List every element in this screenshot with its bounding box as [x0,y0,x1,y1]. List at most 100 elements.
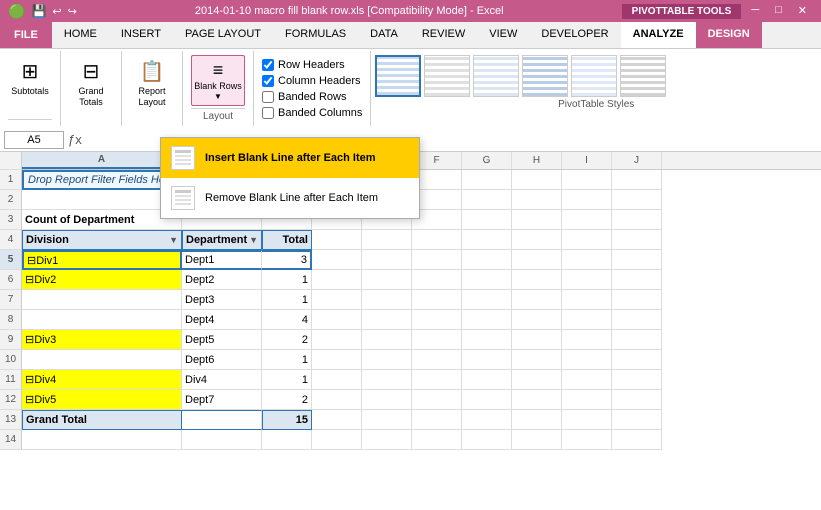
cell-A13[interactable]: Grand Total [22,410,182,430]
cell-H14[interactable] [512,430,562,450]
cell-F14[interactable] [412,430,462,450]
cell-B10[interactable]: Dept6 [182,350,262,370]
cell-H13[interactable] [512,410,562,430]
cell-G11[interactable] [462,370,512,390]
cell-I13[interactable] [562,410,612,430]
analyze-tab[interactable]: ANALYZE [621,22,696,48]
cell-J7[interactable] [612,290,662,310]
cell-H2[interactable] [512,190,562,210]
cell-A12[interactable]: ⊟Div5 [22,390,182,410]
banded-rows-checkbox-row[interactable]: Banded Rows [262,91,362,103]
cell-E13[interactable] [362,410,412,430]
cell-D4[interactable] [312,230,362,250]
cell-G9[interactable] [462,330,512,350]
cell-H1[interactable] [512,170,562,190]
cell-F11[interactable] [412,370,462,390]
cell-J13[interactable] [612,410,662,430]
cell-C6[interactable]: 1 [262,270,312,290]
cell-J1[interactable] [612,170,662,190]
cell-I3[interactable] [562,210,612,230]
maximize-btn[interactable]: □ [769,4,788,19]
cell-A2[interactable] [22,190,182,210]
style-box-5[interactable] [571,55,617,97]
cell-J5[interactable] [612,250,662,270]
home-tab[interactable]: HOME [52,22,109,48]
cell-A10[interactable] [22,350,182,370]
cell-B14[interactable] [182,430,262,450]
cell-A8[interactable] [22,310,182,330]
cell-J14[interactable] [612,430,662,450]
cell-B7[interactable]: Dept3 [182,290,262,310]
cell-D7[interactable] [312,290,362,310]
cell-I10[interactable] [562,350,612,370]
design-tab[interactable]: DESIGN [696,22,762,48]
redo-icon[interactable]: ↪ [68,5,77,18]
cell-E8[interactable] [362,310,412,330]
banded-columns-checkbox-row[interactable]: Banded Columns [262,107,362,119]
close-btn[interactable]: ✕ [792,4,813,19]
cell-C8[interactable]: 4 [262,310,312,330]
cell-G5[interactable] [462,250,512,270]
cell-E12[interactable] [362,390,412,410]
cell-I12[interactable] [562,390,612,410]
cell-F6[interactable] [412,270,462,290]
cell-E5[interactable] [362,250,412,270]
insert-tab[interactable]: INSERT [109,22,173,48]
cell-H8[interactable] [512,310,562,330]
cell-G10[interactable] [462,350,512,370]
cell-A4[interactable]: Division ▼ [22,230,182,250]
cell-H4[interactable] [512,230,562,250]
cell-F12[interactable] [412,390,462,410]
report-layout-button[interactable]: 📋 Report Layout [130,55,174,113]
cell-J12[interactable] [612,390,662,410]
style-box-2[interactable] [424,55,470,97]
cell-D9[interactable] [312,330,362,350]
cell-G12[interactable] [462,390,512,410]
cell-C10[interactable]: 1 [262,350,312,370]
style-box-3[interactable] [473,55,519,97]
cell-B8[interactable]: Dept4 [182,310,262,330]
cell-J9[interactable] [612,330,662,350]
minimize-btn[interactable]: ─ [745,4,765,19]
cell-A14[interactable] [22,430,182,450]
cell-C7[interactable]: 1 [262,290,312,310]
cell-I8[interactable] [562,310,612,330]
cell-F8[interactable] [412,310,462,330]
cell-B4[interactable]: Department ▼ [182,230,262,250]
cell-A5[interactable]: ⊟Div1 [22,250,182,270]
cell-H7[interactable] [512,290,562,310]
cell-D6[interactable] [312,270,362,290]
cell-G6[interactable] [462,270,512,290]
cell-I4[interactable] [562,230,612,250]
cell-B12[interactable]: Dept7 [182,390,262,410]
cell-J8[interactable] [612,310,662,330]
cell-F9[interactable] [412,330,462,350]
cell-H6[interactable] [512,270,562,290]
cell-B9[interactable]: Dept5 [182,330,262,350]
cell-reference-input[interactable] [4,131,64,149]
cell-D13[interactable] [312,410,362,430]
cell-H5[interactable] [512,250,562,270]
formulas-tab[interactable]: FORMULAS [273,22,358,48]
cell-E4[interactable] [362,230,412,250]
cell-H10[interactable] [512,350,562,370]
cell-B13[interactable] [182,410,262,430]
quick-access-save[interactable]: 💾 [31,4,46,18]
cell-J6[interactable] [612,270,662,290]
cell-G8[interactable] [462,310,512,330]
row-headers-checkbox-row[interactable]: Row Headers [262,59,362,71]
grand-totals-button[interactable]: ⊟ Grand Totals [69,55,113,113]
cell-H11[interactable] [512,370,562,390]
cell-D10[interactable] [312,350,362,370]
cell-A3[interactable]: Count of Department [22,210,182,230]
cell-D11[interactable] [312,370,362,390]
cell-I6[interactable] [562,270,612,290]
cell-J3[interactable] [612,210,662,230]
review-tab[interactable]: REVIEW [410,22,477,48]
cell-C9[interactable]: 2 [262,330,312,350]
cell-G7[interactable] [462,290,512,310]
cell-F10[interactable] [412,350,462,370]
cell-G4[interactable] [462,230,512,250]
cell-H3[interactable] [512,210,562,230]
cell-E11[interactable] [362,370,412,390]
